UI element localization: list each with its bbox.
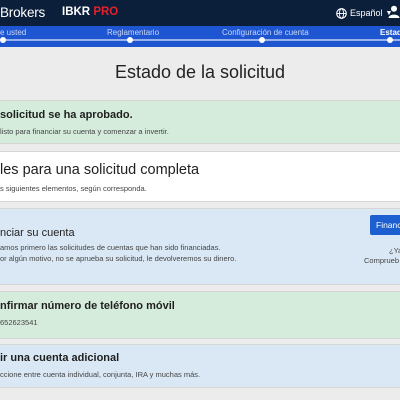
fund-account-text-2: or algún motivo, no se aprueba su solici… [0, 254, 237, 263]
product-name-main: IBKR [62, 6, 94, 18]
confirm-phone-title: nfirmar número de teléfono móvil [0, 300, 175, 312]
fund-account-text-1: amos primero las solicitudes de cuentas … [0, 243, 221, 252]
check-status-link[interactable]: Comprueb [364, 256, 399, 265]
additional-account-title: ir una cuenta adicional [0, 352, 120, 364]
fund-account-card: nciar su cuenta amos primero las solicit… [0, 208, 400, 285]
complete-application-card: les para una solicitud completa s siguie… [0, 151, 400, 202]
top-navigation-bar: Brokers IBKR PRO Español ▼ [0, 0, 400, 26]
step-regulatory-dot [127, 37, 133, 43]
complete-application-title: les para una solicitud completa [0, 162, 200, 178]
additional-account-card: ir una cuenta adicional ccione entre cue… [0, 344, 400, 388]
approved-card-text: listo para financiar su cuenta y comenza… [0, 127, 169, 136]
complete-application-text: s siguientes elementos, según correspond… [0, 184, 147, 193]
product-name-pro: PRO [93, 6, 119, 18]
approved-card-title: solicitud se ha aprobado. [0, 109, 133, 121]
application-progress-bar: e usted Reglamentario Configuración de c… [0, 26, 400, 47]
progress-track [0, 39, 400, 41]
user-icon[interactable] [388, 5, 400, 18]
step-status-label[interactable]: Estad [380, 28, 400, 37]
additional-account-text: ccione entre cuenta individual, conjunta… [0, 370, 201, 379]
fund-account-title: nciar su cuenta [0, 227, 75, 239]
product-name: IBKR PRO [62, 6, 118, 18]
phone-number-text: 652623541 [0, 318, 38, 327]
brand-logo-text[interactable]: Brokers [0, 5, 45, 20]
language-selector[interactable]: Español ▼ [336, 6, 392, 20]
page-title: Estado de la solicitud [114, 62, 286, 82]
step-account-config-dot [259, 37, 265, 43]
fund-account-button[interactable]: Financ [370, 215, 400, 235]
step-about-you-label[interactable]: e usted [0, 28, 26, 37]
confirm-phone-card: nfirmar número de teléfono móvil 6526235… [0, 291, 400, 339]
step-status-dot [387, 37, 393, 43]
approved-card: solicitud se ha aprobado. listo para fin… [0, 100, 400, 144]
globe-icon [336, 7, 347, 19]
step-regulatory-label[interactable]: Reglamentario [107, 28, 159, 37]
language-label: Español [350, 8, 383, 18]
step-account-config-label[interactable]: Configuración de cuenta [222, 28, 309, 37]
step-about-you-dot [0, 37, 6, 43]
already-funded-text: ¿Ya [389, 246, 400, 255]
